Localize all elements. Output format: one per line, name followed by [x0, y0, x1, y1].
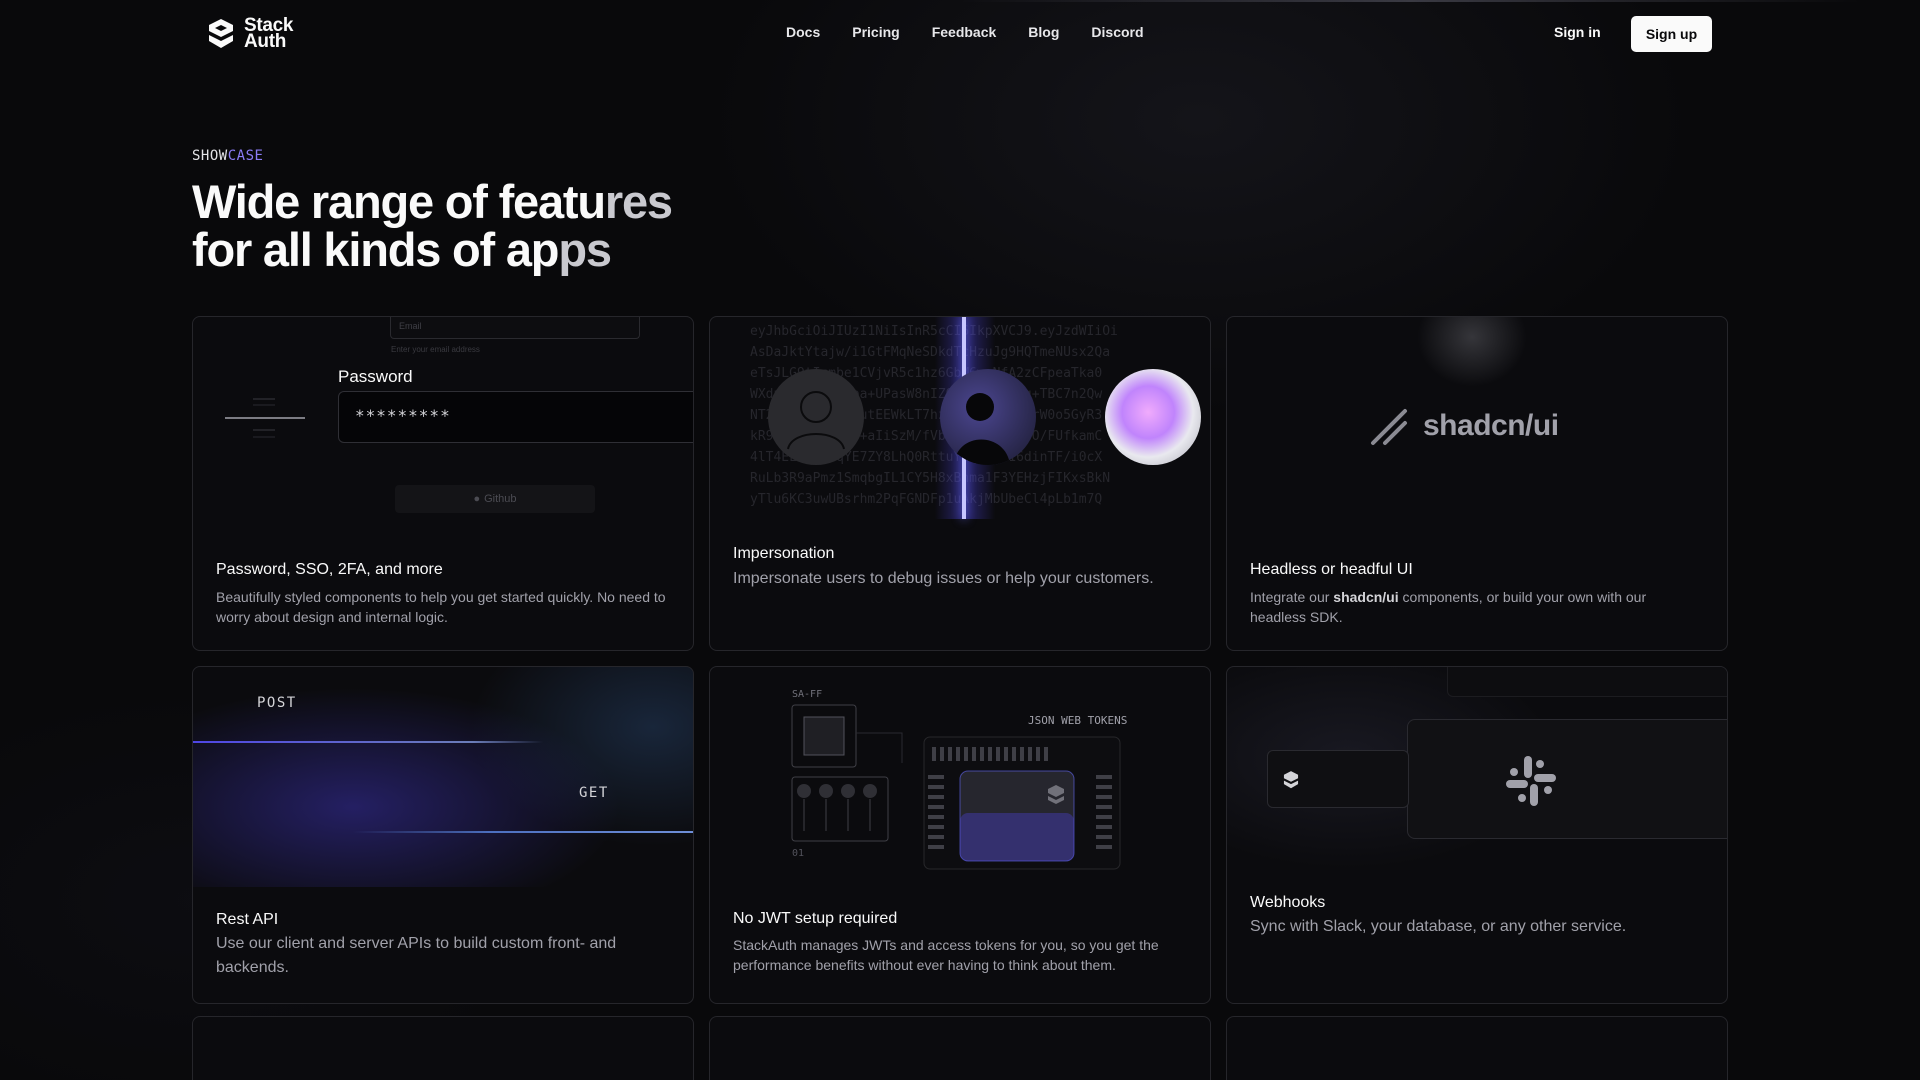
slack-icon	[1506, 756, 1556, 806]
card-description: Beautifully styled components to help yo…	[216, 589, 666, 625]
stack-logo-icon	[209, 19, 233, 48]
password-label: Password	[338, 367, 413, 386]
chip-label: SA-FF	[792, 689, 823, 700]
card-title: Impersonation	[733, 545, 835, 562]
sign-in-link[interactable]: Sign in	[1554, 24, 1601, 40]
person-silhouette-icon	[954, 393, 1010, 465]
email-hint-text: Enter your email address	[391, 345, 480, 354]
feature-card-partial	[709, 1016, 1211, 1080]
nav-link-feedback[interactable]: Feedback	[932, 24, 997, 40]
get-label: GET	[579, 785, 609, 801]
feature-card-impersonation: eyJhbGciOiJIUzI1NiIsInR5cCI6IkpXVCJ9.eyJ…	[709, 316, 1211, 651]
nav-links: Docs Pricing Feedback Blog Discord	[786, 24, 1144, 40]
get-line	[353, 831, 693, 833]
password-field[interactable]: *********	[338, 391, 693, 443]
nav-link-blog[interactable]: Blog	[1028, 24, 1059, 40]
jwt-visual: SA-FF JSON WEB TOKENS 01	[710, 667, 1210, 877]
shadcn-slash-icon	[1371, 409, 1407, 445]
card-description: Impersonate users to debug issues or hel…	[733, 570, 1154, 587]
feature-card-headless-ui: shadcn/ui Headless or headful UI Integra…	[1226, 316, 1728, 651]
rest-api-visual: POST GET	[193, 667, 693, 887]
card-title: Rest API	[216, 911, 279, 928]
feature-card-jwt: SA-FF JSON WEB TOKENS 01 No JWT setup re…	[709, 666, 1211, 1004]
white-smoke-shape	[1417, 317, 1527, 387]
post-label: POST	[257, 695, 297, 711]
user-avatar-hologram	[1105, 369, 1201, 465]
card-description: StackAuth manages JWTs and access tokens…	[733, 937, 1159, 973]
impersonation-visual: eyJhbGciOiJIUzI1NiIsInR5cCI6IkpXVCJ9.eyJ…	[710, 317, 1210, 519]
headless-ui-visual: shadcn/ui	[1227, 317, 1727, 517]
slack-panel	[1407, 719, 1727, 839]
card-title: Webhooks	[1250, 894, 1326, 911]
circuit-board-icon	[791, 704, 1121, 870]
post-line	[193, 741, 543, 743]
feature-card-partial	[192, 1016, 694, 1080]
shadcn-logo: shadcn/ui	[1367, 405, 1559, 447]
stack-logo-icon	[1283, 771, 1299, 789]
nav-link-discord[interactable]: Discord	[1091, 24, 1143, 40]
password-visual: Email Enter your email address Password …	[193, 317, 693, 537]
card-title: Headless or headful UI	[1250, 561, 1413, 578]
sign-up-button[interactable]: Sign up	[1631, 16, 1712, 52]
page-title: Wide range of features for all kinds of …	[192, 175, 673, 276]
feature-card-webhooks: Webhooks Sync with Slack, your database,…	[1226, 666, 1728, 1004]
feature-card-partial	[1226, 1016, 1728, 1080]
divider-lines-icon	[225, 398, 305, 438]
stack-auth-panel	[1267, 750, 1409, 808]
webhook-top-strip	[1447, 667, 1727, 697]
webhooks-visual	[1227, 667, 1727, 867]
github-icon: ●	[473, 493, 481, 505]
section-eyebrow: SHOWCASE	[192, 148, 264, 164]
nav-link-pricing[interactable]: Pricing	[852, 24, 899, 40]
user-avatar-impersonated	[940, 369, 1036, 465]
feature-card-rest-api: POST GET Rest API Use our client and ser…	[192, 666, 694, 1004]
card-description: Use our client and server APIs to build …	[216, 935, 617, 976]
logo[interactable]: Stack Auth	[206, 15, 294, 52]
top-nav: Stack Auth Docs Pricing Feedback Blog Di…	[0, 0, 1920, 68]
logo-text: Stack Auth	[244, 15, 294, 52]
feature-card-password: Email Enter your email address Password …	[192, 316, 694, 651]
email-field[interactable]: Email	[390, 317, 640, 339]
card-title: No JWT setup required	[733, 910, 898, 927]
card-title: Password, SSO, 2FA, and more	[216, 561, 443, 578]
nav-link-docs[interactable]: Docs	[786, 24, 820, 40]
github-button[interactable]: ● Github	[395, 485, 595, 513]
user-avatar-admin	[768, 369, 864, 465]
card-description: Integrate our shadcn/ui components, or b…	[1250, 589, 1647, 625]
person-outline-icon	[787, 391, 845, 450]
card-description: Sync with Slack, your database, or any o…	[1250, 918, 1627, 935]
